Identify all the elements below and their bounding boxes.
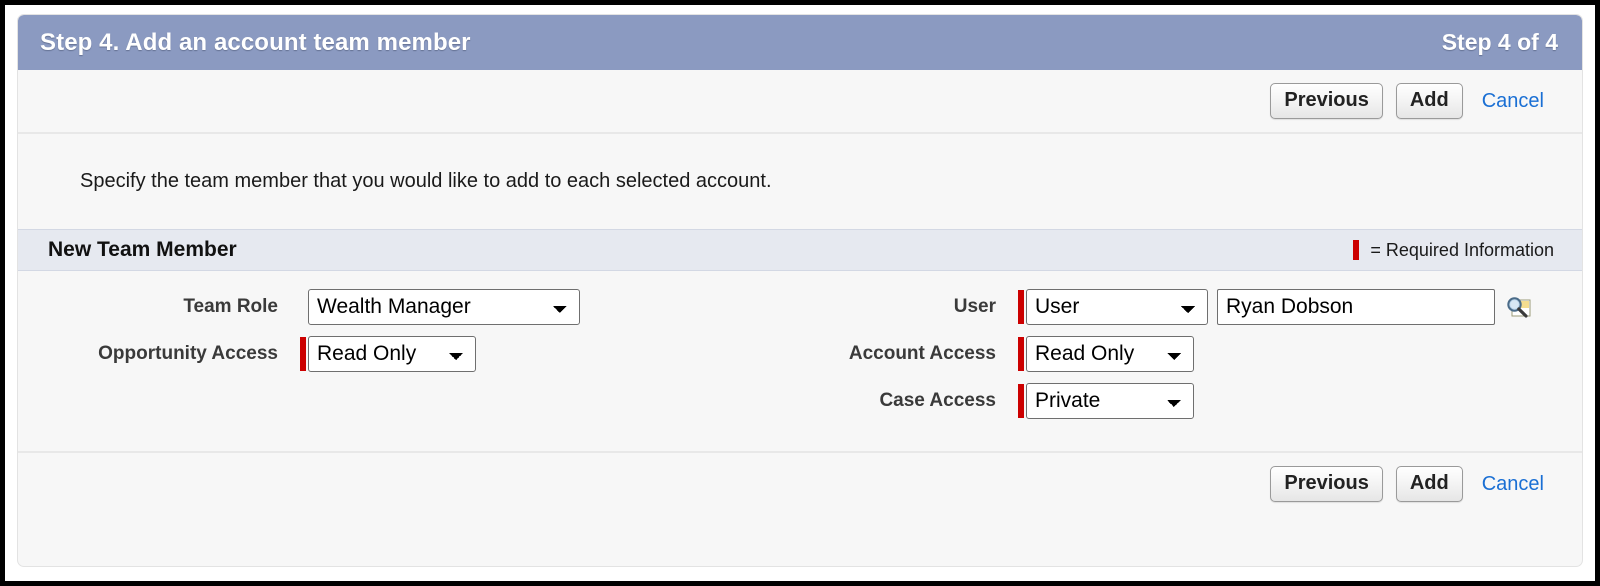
section-title: New Team Member: [48, 238, 237, 261]
account-access-label: Account Access: [848, 343, 996, 364]
empty-label-cell: [18, 377, 300, 424]
previous-button-top[interactable]: Previous: [1270, 83, 1383, 119]
bottom-button-row: Previous Add Cancel: [18, 451, 1582, 515]
account-access-select[interactable]: Read Only: [1026, 335, 1194, 372]
page-title: Step 4. Add an account team member: [40, 28, 471, 56]
user-field: User: [1018, 283, 1582, 330]
table-row: Team Role Wealth Manager User User Ryan …: [18, 283, 1582, 330]
opportunity-access-label: Opportunity Access: [98, 343, 278, 364]
case-access-select[interactable]: Private: [1026, 382, 1194, 419]
step-indicator: Step 4 of 4: [1441, 29, 1558, 55]
team-role-label: Team Role: [183, 296, 278, 317]
user-required-marker-icon: [1018, 289, 1024, 324]
field-table: Team Role Wealth Manager User User Ryan …: [18, 283, 1582, 424]
required-legend-label: = Required Information: [1370, 239, 1554, 260]
account-access-required-marker-icon: [1018, 336, 1024, 371]
add-button-bottom[interactable]: Add: [1395, 466, 1463, 502]
user-name-input[interactable]: [1217, 288, 1495, 325]
case-access-required-marker-icon: [1018, 383, 1024, 418]
opportunity-access-select[interactable]: Read Only: [308, 335, 476, 372]
browser-viewport: Step 4. Add an account team member Step …: [0, 0, 1600, 586]
team-role-select[interactable]: Wealth Manager: [308, 288, 580, 325]
team-role-field: Wealth Manager: [300, 283, 818, 330]
opportunity-access-required-marker-icon: [300, 336, 306, 371]
top-button-row: Previous Add Cancel: [18, 70, 1582, 134]
wizard-panel: Step 4. Add an account team member Step …: [17, 14, 1583, 567]
instruction-text: Specify the team member that you would l…: [18, 134, 1582, 229]
wizard-header: Step 4. Add an account team member Step …: [18, 15, 1582, 70]
cancel-link-bottom[interactable]: Cancel: [1482, 473, 1544, 496]
previous-button-bottom[interactable]: Previous: [1270, 466, 1383, 502]
add-button-top[interactable]: Add: [1395, 83, 1463, 119]
table-row: Case Access Private: [18, 377, 1582, 424]
opportunity-access-field: Read Only: [300, 330, 818, 377]
required-information-legend: = Required Information: [1353, 240, 1554, 261]
case-access-label: Case Access: [879, 390, 996, 411]
section-header: New Team Member = Required Information: [18, 229, 1582, 271]
user-label: User: [953, 296, 996, 317]
case-access-field: Private: [1018, 377, 1582, 424]
account-access-field: Read Only: [1018, 330, 1582, 377]
form-body: Team Role Wealth Manager User User Ryan …: [18, 271, 1582, 451]
user-type-select[interactable]: User: [1026, 288, 1208, 325]
empty-field-cell: [300, 377, 818, 424]
table-row: Opportunity Access Read Only Account Acc…: [18, 330, 1582, 377]
magnifier-lookup-icon[interactable]: [1503, 292, 1533, 322]
required-marker-icon: [1353, 240, 1360, 260]
team-role-required-spacer: [300, 290, 306, 324]
cancel-link-top[interactable]: Cancel: [1482, 90, 1544, 113]
